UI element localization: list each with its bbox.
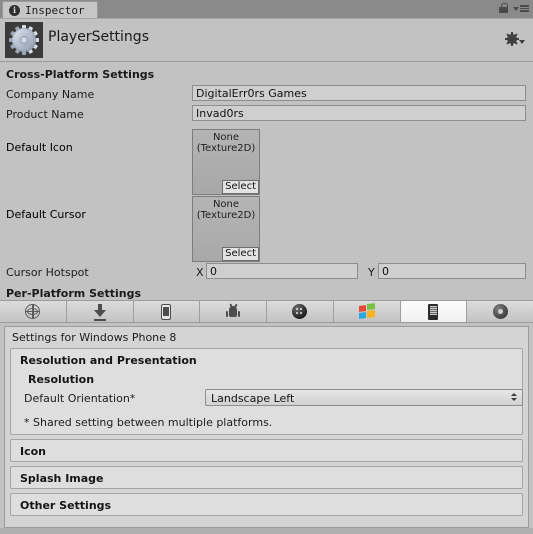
platform-tab-tizen[interactable]: [467, 301, 533, 322]
default-icon-label: Default Icon: [6, 141, 73, 154]
default-orientation-label: Default Orientation*: [24, 392, 136, 405]
window-tab-strip: i Inspector: [0, 0, 533, 18]
platform-tab-windows-phone[interactable]: [400, 301, 468, 322]
cursor-hotspot-label: Cursor Hotspot: [6, 266, 89, 279]
cross-platform-settings: Cross-Platform Settings Company Name Dig…: [0, 63, 533, 304]
globe-icon: [25, 304, 41, 319]
default-cursor-label: Default Cursor: [6, 208, 86, 221]
foldout-icon[interactable]: Icon: [10, 439, 523, 462]
resolution-sub-header: Resolution: [28, 373, 95, 386]
foldout-other-settings[interactable]: Other Settings: [10, 493, 523, 516]
info-circle-icon: i: [9, 4, 20, 16]
product-name-label: Product Name: [6, 108, 84, 121]
windows-phone-icon: [428, 303, 439, 320]
cursor-hotspot-y-label: Y: [368, 266, 375, 279]
gear-icon: [505, 32, 519, 46]
default-icon-type: (Texture2D): [196, 143, 256, 154]
foldout-resolution-presentation[interactable]: Resolution and Presentation Resolution D…: [10, 348, 523, 435]
object-header: PlayerSettings: [0, 18, 533, 62]
other-settings-section-header[interactable]: Other Settings: [11, 494, 522, 517]
row-company-name: Company Name DigitalErr0rs Games: [0, 85, 533, 103]
android-robot-icon: [226, 303, 241, 319]
platform-tab-blackberry[interactable]: [267, 301, 334, 322]
default-cursor-type: (Texture2D): [196, 210, 256, 221]
page-title: PlayerSettings: [48, 29, 149, 45]
window-tab-controls: [499, 3, 529, 14]
settings-gear-button[interactable]: [505, 32, 525, 46]
row-product-name: Product Name Invad0rs: [0, 105, 533, 123]
chevron-down-icon: [519, 40, 525, 44]
row-default-orientation: Default Orientation* Landscape Left: [11, 389, 523, 408]
tab-inspector[interactable]: i Inspector: [2, 1, 98, 18]
tab-inspector-label: Inspector: [25, 3, 85, 17]
chevron-updown-icon: [511, 393, 517, 401]
default-cursor-value: None: [212, 199, 240, 210]
iphone-icon: [161, 303, 172, 320]
default-icon-select-button[interactable]: Select: [222, 180, 259, 194]
hamburger-menu-icon[interactable]: [513, 5, 529, 12]
icon-section-header[interactable]: Icon: [11, 440, 522, 463]
platform-tab-standalone[interactable]: [66, 301, 134, 322]
platform-settings-panel: Settings for Windows Phone 8 Resolution …: [4, 326, 529, 528]
resolution-presentation-header[interactable]: Resolution and Presentation: [11, 349, 522, 372]
platform-tab-bar: [0, 300, 533, 323]
blackberry-icon: [292, 304, 308, 319]
product-name-input[interactable]: Invad0rs: [192, 105, 526, 121]
download-arrow-icon: [93, 303, 107, 321]
platform-tab-windows-store[interactable]: [333, 301, 401, 322]
default-icon-value: None: [212, 132, 240, 143]
default-icon-object-field[interactable]: None (Texture2D) Select: [192, 129, 260, 195]
cross-platform-settings-title: Cross-Platform Settings: [6, 68, 155, 81]
platform-tab-android[interactable]: [200, 301, 267, 322]
gear-cog-icon: [5, 22, 43, 58]
cursor-hotspot-x-input[interactable]: 0: [206, 263, 358, 279]
unity-inspector-window: i Inspector PlayerSettings Cross-Platfor…: [0, 0, 533, 534]
company-name-input[interactable]: DigitalErr0rs Games: [192, 85, 526, 101]
row-default-cursor: Default Cursor None (Texture2D) Select: [0, 196, 533, 263]
company-name-label: Company Name: [6, 88, 95, 101]
lock-icon[interactable]: [499, 3, 508, 14]
default-orientation-value: Landscape Left: [211, 392, 295, 405]
default-cursor-select-button[interactable]: Select: [222, 247, 259, 261]
platform-tab-web-player[interactable]: [0, 301, 67, 322]
splash-image-section-header[interactable]: Splash Image: [11, 467, 522, 490]
row-default-icon: Default Icon None (Texture2D) Select: [0, 129, 533, 196]
default-cursor-object-field[interactable]: None (Texture2D) Select: [192, 196, 260, 262]
shared-setting-footnote: * Shared setting between multiple platfo…: [24, 416, 273, 429]
windows-flag-icon: [358, 303, 375, 320]
default-orientation-dropdown[interactable]: Landscape Left: [205, 389, 523, 406]
platform-tab-ios[interactable]: [133, 301, 201, 322]
tizen-icon: [492, 304, 508, 319]
settings-for-label: Settings for Windows Phone 8: [12, 331, 177, 344]
row-cursor-hotspot: Cursor Hotspot X 0 Y 0: [0, 263, 533, 283]
foldout-splash-image[interactable]: Splash Image: [10, 466, 523, 489]
cursor-hotspot-y-input[interactable]: 0: [378, 263, 526, 279]
cursor-hotspot-x-label: X: [196, 266, 204, 279]
window-bottom-strip: [0, 528, 533, 534]
